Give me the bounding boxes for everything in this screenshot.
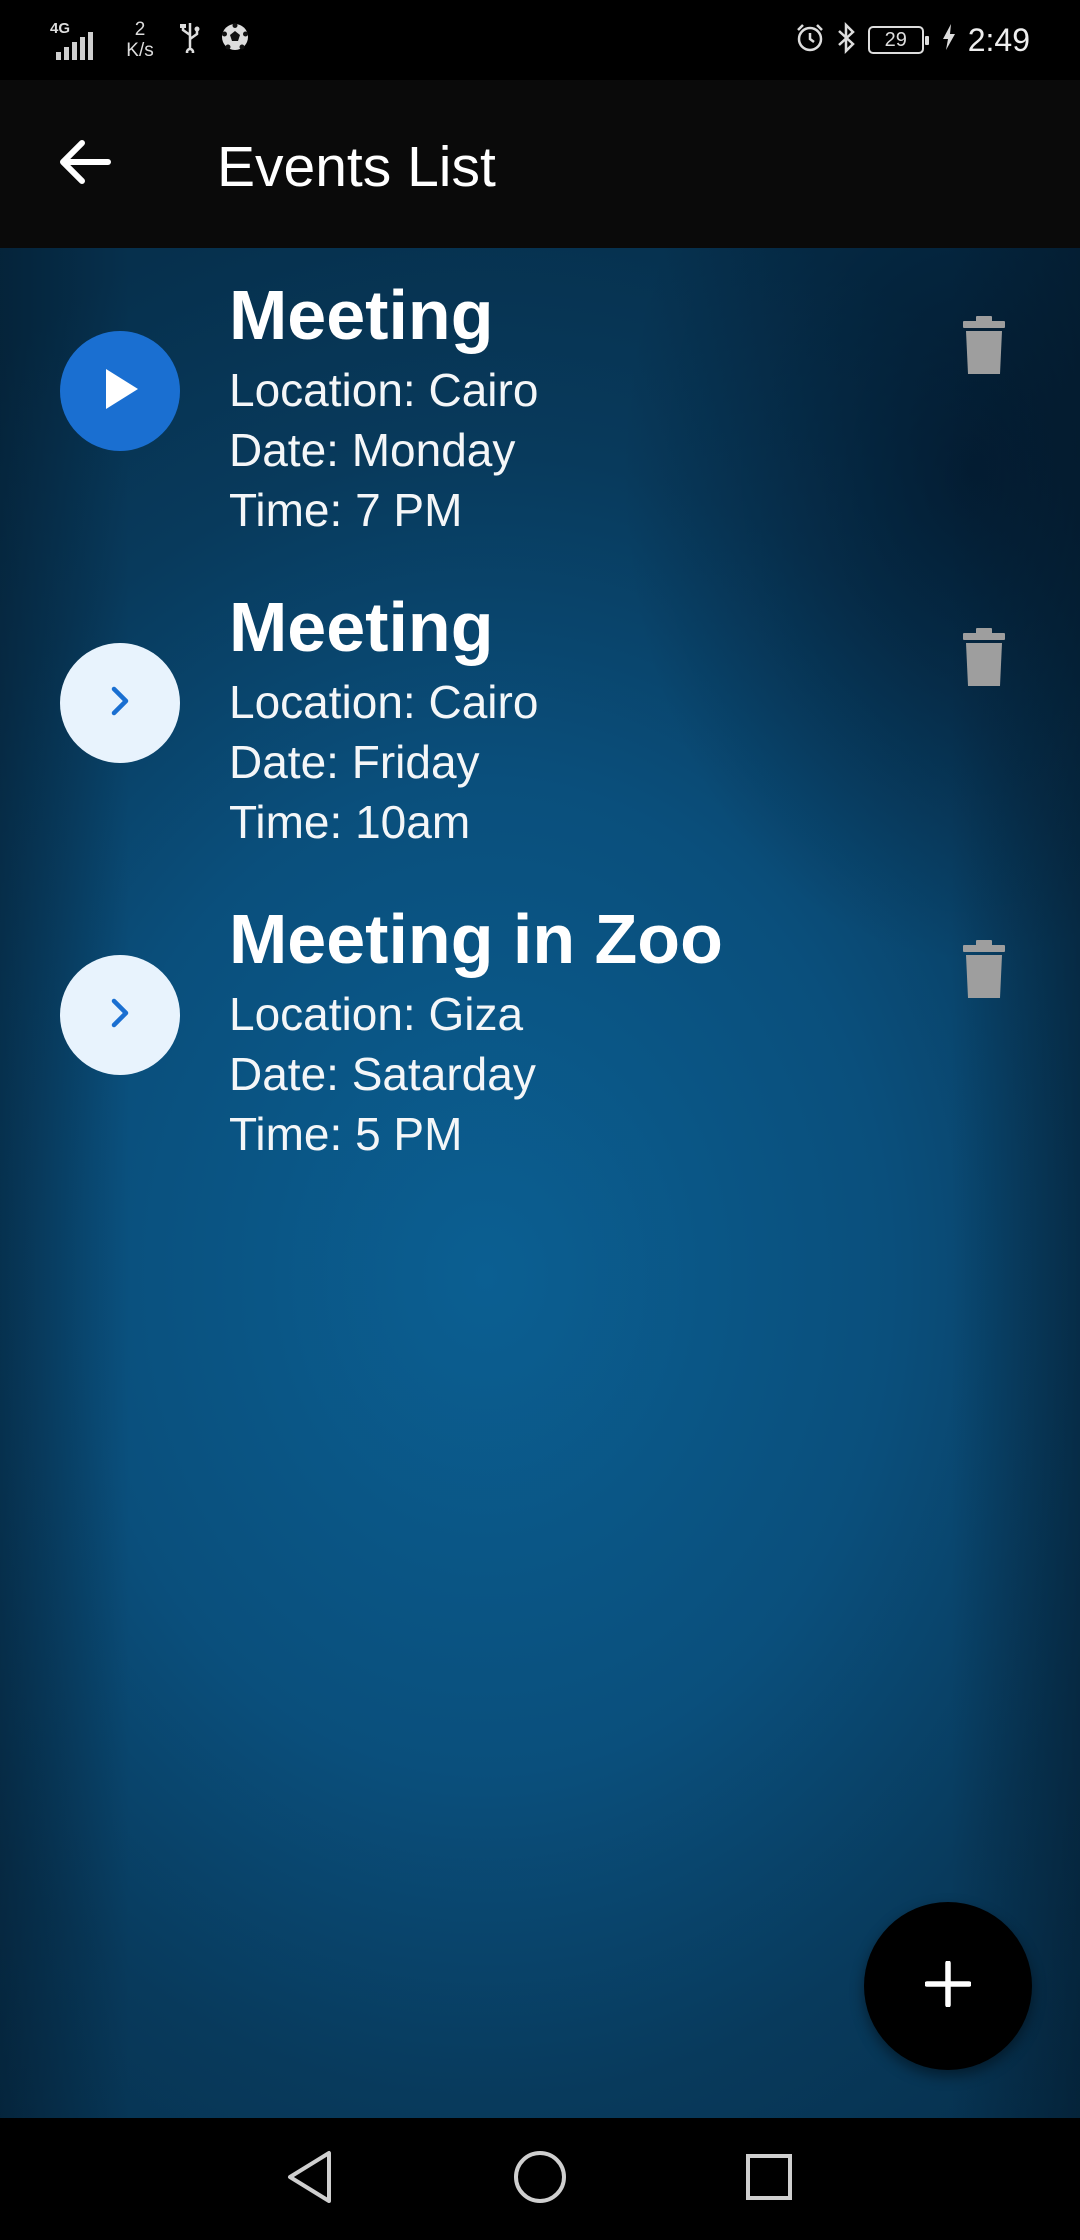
- open-event-button[interactable]: [60, 643, 180, 763]
- network-speed-unit: K/s: [126, 40, 154, 61]
- arrow-left-icon: [58, 137, 112, 192]
- event-date: Date: Friday: [229, 736, 480, 788]
- network-speed-value: 2: [134, 19, 146, 40]
- event-location: Location: Cairo: [229, 676, 539, 728]
- play-icon: [100, 367, 140, 416]
- plus-icon: [924, 1959, 972, 2012]
- trash-icon: [961, 939, 1007, 1004]
- network-speed: 2 K/s: [120, 19, 160, 61]
- chevron-right-icon: [105, 993, 135, 1038]
- nav-home-button[interactable]: [505, 2144, 575, 2214]
- list-item[interactable]: Meeting Location: Cairo Date: Friday Tim…: [0, 582, 1080, 882]
- event-details: Meeting Location: Cairo Date: Friday Tim…: [229, 582, 538, 852]
- event-time: Time: 10am: [229, 796, 471, 848]
- square-recents-icon: [744, 2152, 794, 2207]
- status-bar: 4G 2 K/s 29 2:49: [0, 0, 1080, 80]
- alarm-icon: [794, 22, 826, 59]
- open-event-button[interactable]: [60, 955, 180, 1075]
- navigation-bar: [0, 2118, 1080, 2240]
- charging-icon: [942, 23, 956, 57]
- nav-recents-button[interactable]: [734, 2144, 804, 2214]
- event-title: Meeting in Zoo: [229, 900, 723, 978]
- app-bar: Events List: [0, 80, 1080, 248]
- triangle-back-icon: [285, 2150, 335, 2209]
- delete-button[interactable]: [954, 624, 1014, 694]
- signal-icon: 4G: [50, 20, 102, 60]
- events-list: Meeting Location: Cairo Date: Monday Tim…: [0, 248, 1080, 2118]
- bluetooth-icon: [836, 21, 858, 59]
- event-title: Meeting: [229, 588, 494, 666]
- event-details: Meeting Location: Cairo Date: Monday Tim…: [229, 270, 538, 540]
- status-right: 29 2:49: [794, 14, 1030, 66]
- trash-icon: [961, 315, 1007, 380]
- event-date: Date: Satarday: [229, 1048, 536, 1100]
- event-time: Time: 7 PM: [229, 484, 463, 536]
- list-item[interactable]: Meeting Location: Cairo Date: Monday Tim…: [0, 270, 1080, 570]
- clock: 2:49: [967, 21, 1030, 58]
- list-item[interactable]: Meeting in Zoo Location: Giza Date: Sata…: [0, 894, 1080, 1194]
- soccer-ball-icon: [220, 22, 250, 58]
- circle-home-icon: [512, 2149, 568, 2210]
- event-location: Location: Giza: [229, 988, 524, 1040]
- event-date: Date: Monday: [229, 424, 516, 476]
- delete-button[interactable]: [954, 936, 1014, 1006]
- event-location: Location: Cairo: [229, 364, 539, 416]
- delete-button[interactable]: [954, 312, 1014, 382]
- event-title: Meeting: [229, 276, 494, 354]
- back-button[interactable]: [40, 124, 130, 204]
- screen: 4G 2 K/s 29 2:49 Events List Meeting Loc…: [0, 0, 1080, 2240]
- battery-icon: 29: [867, 26, 929, 54]
- event-details: Meeting in Zoo Location: Giza Date: Sata…: [229, 894, 723, 1164]
- page-title: Events List: [217, 135, 496, 199]
- play-button[interactable]: [60, 331, 180, 451]
- status-left: 4G 2 K/s: [50, 14, 250, 66]
- nav-back-button[interactable]: [275, 2144, 345, 2214]
- event-time: Time: 5 PM: [229, 1108, 463, 1160]
- chevron-right-icon: [105, 681, 135, 726]
- usb-icon: [178, 21, 202, 59]
- trash-icon: [961, 627, 1007, 692]
- add-event-button[interactable]: [864, 1902, 1032, 2070]
